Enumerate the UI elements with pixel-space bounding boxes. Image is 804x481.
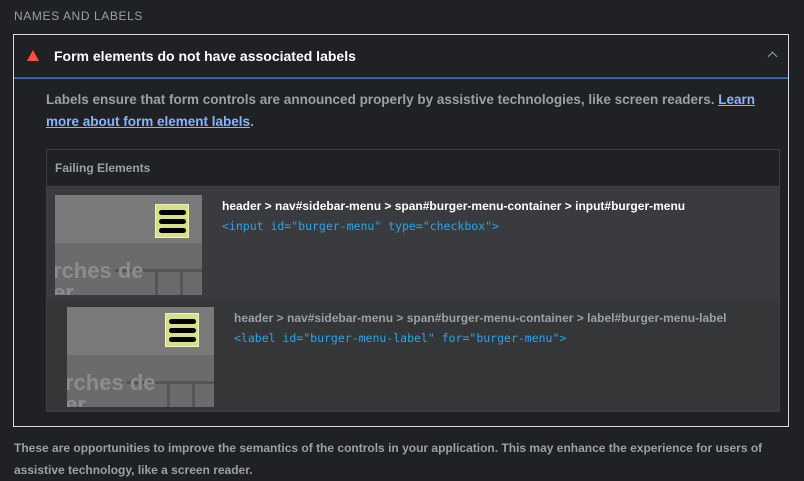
element-selector: header > nav#sidebar-menu > span#burger-… <box>234 311 727 325</box>
warning-triangle-icon <box>27 50 39 61</box>
element-screenshot: rches de ier <box>55 195 202 295</box>
failing-elements-table: Failing Elements rches de ier header > n… <box>46 149 780 412</box>
section-title: NAMES AND LABELS <box>14 9 143 23</box>
audit-title: Form elements do not have associated lab… <box>54 48 356 64</box>
screenshot-text: rches de <box>67 370 156 395</box>
section-description: These are opportunities to improve the s… <box>14 441 763 477</box>
element-snippet: <input id="burger-menu" type="checkbox"> <box>222 219 499 233</box>
table-header: Failing Elements <box>47 150 779 187</box>
element-snippet: <label id="burger-menu-label" for="burge… <box>234 331 567 345</box>
audit-description: Labels ensure that form controls are ann… <box>46 89 776 133</box>
element-screenshot: rches de ier <box>67 307 214 407</box>
burger-menu-highlight <box>155 204 189 238</box>
screenshot-text: rches de <box>55 258 144 283</box>
table-row: rches de ier header > nav#sidebar-menu >… <box>47 187 779 299</box>
element-selector: header > nav#sidebar-menu > span#burger-… <box>222 199 686 213</box>
audit-header[interactable]: Form elements do not have associated lab… <box>14 35 788 78</box>
chevron-up-icon[interactable] <box>767 51 778 62</box>
table-row: rches de ier header > nav#sidebar-menu >… <box>47 299 779 411</box>
burger-menu-highlight <box>165 313 199 347</box>
screenshot-text: ier <box>55 280 74 296</box>
screenshot-text: ier <box>67 392 86 408</box>
audit-panel: Form elements do not have associated lab… <box>13 34 789 427</box>
description-period: . <box>250 114 254 129</box>
audit-description-text: Labels ensure that form controls are ann… <box>46 92 719 107</box>
